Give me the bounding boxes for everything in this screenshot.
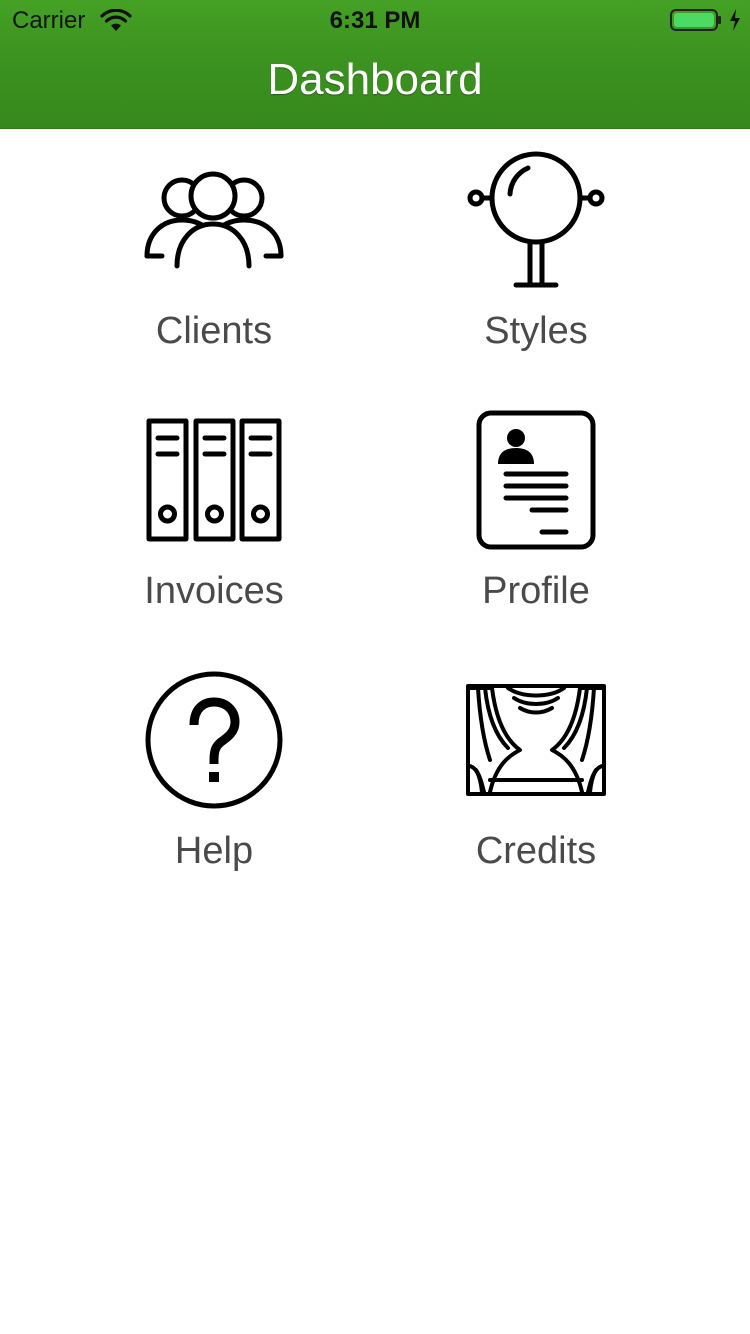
menu-item-label: Styles	[484, 310, 588, 352]
mirror-icon	[467, 151, 605, 288]
menu-item-help[interactable]: Help	[84, 670, 344, 900]
profile-card-icon	[476, 410, 596, 550]
menu-item-styles[interactable]: Styles	[406, 150, 666, 380]
menu-item-label: Profile	[482, 570, 590, 612]
menu-item-label: Help	[174, 830, 254, 872]
question-circle-icon	[145, 671, 283, 809]
menu-item-profile[interactable]: Profile	[406, 410, 666, 640]
menu-item-label: Clients	[155, 310, 273, 352]
navigation-bar: Carrier 6:31 PM Dashboard	[0, 0, 750, 129]
status-time: 6:31 PM	[329, 7, 421, 34]
page-title: Dashboard	[267, 55, 483, 104]
binders-icon	[146, 418, 282, 542]
status-bar: Carrier 6:31 PM	[0, 0, 750, 40]
charging-bolt-icon	[730, 9, 740, 31]
menu-item-clients[interactable]: Clients	[84, 150, 344, 380]
menu-item-label: Credits	[475, 830, 597, 872]
menu-item-credits[interactable]: Credits	[406, 670, 666, 900]
menu-item-invoices[interactable]: Invoices	[84, 410, 344, 640]
clients-icon	[144, 171, 284, 269]
curtains-icon	[466, 684, 606, 796]
battery-icon	[670, 9, 721, 31]
menu-item-label: Invoices	[144, 570, 284, 612]
